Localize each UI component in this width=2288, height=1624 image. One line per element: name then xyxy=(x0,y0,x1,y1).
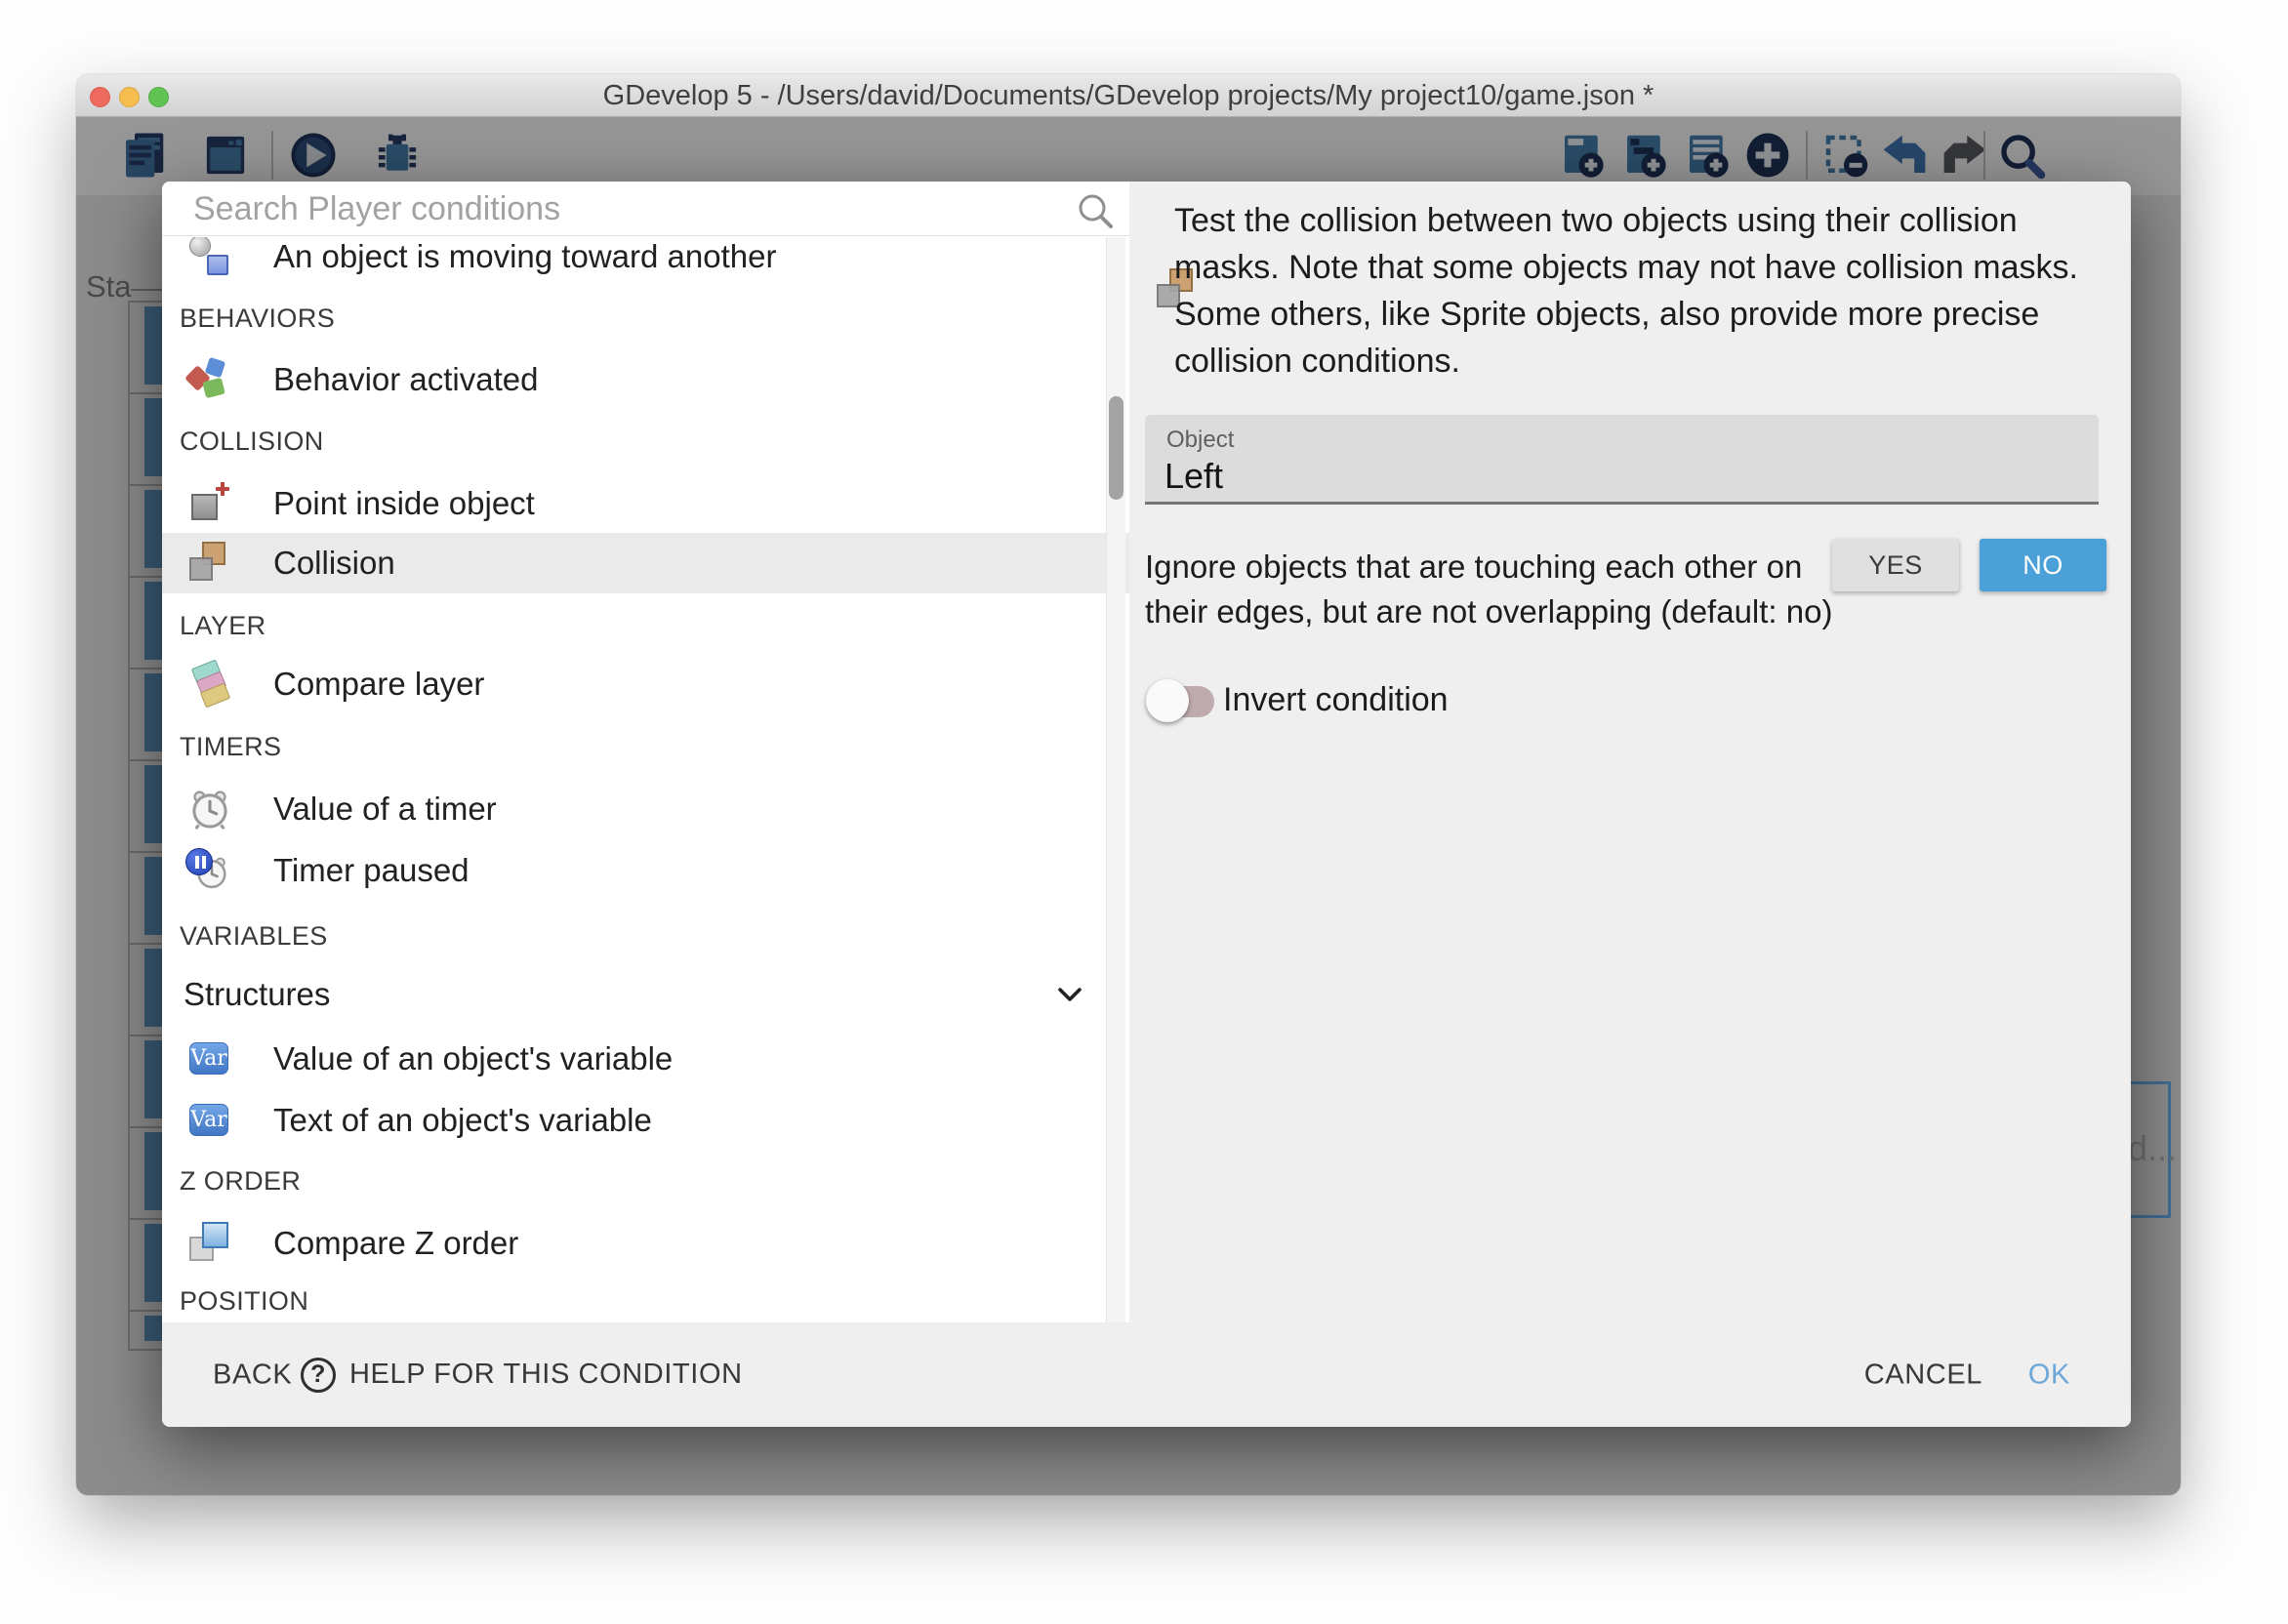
conditions-panel: An object is moving toward another BEHAV… xyxy=(162,182,1129,1322)
toolbar-separator xyxy=(1983,131,1985,180)
invert-condition-label: Invert condition xyxy=(1223,681,1449,719)
section-header-layer: LAYER xyxy=(180,610,266,641)
list-item-label: Text of an object's variable xyxy=(273,1102,652,1139)
moving-toward-icon xyxy=(187,237,232,279)
titlebar: GDevelop 5 - /Users/david/Documents/GDev… xyxy=(76,74,2181,117)
list-item-label: An object is moving toward another xyxy=(273,238,776,275)
list-item-point-inside-object[interactable]: Point inside object xyxy=(162,476,1129,531)
conditions-list[interactable]: An object is moving toward another BEHAV… xyxy=(162,237,1129,1322)
add-comment-icon[interactable] xyxy=(1681,129,1734,182)
var-badge-icon: Var xyxy=(187,1098,232,1143)
add-event-icon[interactable] xyxy=(1556,129,1609,182)
list-item-value-of-a-timer[interactable]: Value of a timer xyxy=(162,782,1129,836)
background-partial-text-left: Sta xyxy=(86,269,132,304)
yes-button[interactable]: YES xyxy=(1832,539,1959,591)
layers-icon xyxy=(187,662,232,707)
add-new-icon[interactable] xyxy=(1741,129,1794,182)
list-item-label: Compare Z order xyxy=(273,1225,518,1262)
app-window: GDevelop 5 - /Users/david/Documents/GDev… xyxy=(76,74,2181,1495)
list-item-text-of-object-variable[interactable]: Var Text of an object's variable xyxy=(162,1093,1129,1148)
undo-icon[interactable] xyxy=(1878,129,1931,182)
list-scrollbar[interactable] xyxy=(1106,237,1125,1322)
ignore-touching-label: Ignore objects that are touching each ot… xyxy=(1145,545,1858,634)
search-toolbar-icon[interactable] xyxy=(1995,129,2048,182)
list-item-compare-layer[interactable]: Compare layer xyxy=(162,657,1129,711)
instruction-editor-dialog: An object is moving toward another BEHAV… xyxy=(162,182,2131,1427)
desktop: GDevelop 5 - /Users/david/Documents/GDev… xyxy=(0,0,2288,1624)
search-icon xyxy=(1074,189,1117,232)
list-item-label: Collision xyxy=(273,545,395,582)
section-header-timers: TIMERS xyxy=(180,731,281,762)
scrollbar-thumb[interactable] xyxy=(1109,396,1124,500)
section-header-z-order: Z ORDER xyxy=(180,1165,301,1197)
events-list-icon[interactable] xyxy=(117,129,170,182)
section-header-behaviors: BEHAVIORS xyxy=(180,303,335,334)
condition-detail-panel: Test the collision between two objects u… xyxy=(1129,182,2131,1322)
section-header-position: POSITION xyxy=(180,1285,308,1317)
toolbar-separator xyxy=(1806,131,1808,180)
search-bar xyxy=(162,182,1129,236)
collision-icon xyxy=(187,541,232,586)
delete-selection-icon[interactable] xyxy=(1819,129,1872,182)
add-sub-event-icon[interactable] xyxy=(1618,129,1671,182)
list-item-label: Structures xyxy=(184,976,330,1013)
list-item-label: Value of a timer xyxy=(273,791,497,828)
list-item-moving-toward[interactable]: An object is moving toward another xyxy=(162,237,1129,284)
debug-icon[interactable] xyxy=(371,129,424,182)
list-item-label: Point inside object xyxy=(273,485,535,522)
object-field-label: Object xyxy=(1166,426,1234,454)
behavior-icon xyxy=(187,357,232,402)
point-inside-icon xyxy=(187,481,232,526)
list-item-timer-paused[interactable]: Timer paused xyxy=(162,843,1129,898)
window-title: GDevelop 5 - /Users/david/Documents/GDev… xyxy=(76,74,2181,117)
list-item-label: Timer paused xyxy=(273,852,470,889)
chevron-down-icon xyxy=(1052,977,1087,1012)
section-header-variables: VARIABLES xyxy=(180,920,328,952)
list-item-compare-z-order[interactable]: Compare Z order xyxy=(162,1216,1129,1271)
list-item-label: Behavior activated xyxy=(273,361,539,398)
no-button[interactable]: NO xyxy=(1980,539,2106,591)
object-field-value: Left xyxy=(1164,456,1223,497)
z-order-icon xyxy=(187,1221,232,1266)
var-badge-icon: Var xyxy=(187,1036,232,1081)
condition-description: Test the collision between two objects u… xyxy=(1174,197,2113,385)
list-item-label: Compare layer xyxy=(273,666,484,703)
ok-button[interactable]: OK xyxy=(2028,1359,2070,1391)
invert-condition-toggle[interactable] xyxy=(1146,679,1216,722)
toggle-thumb xyxy=(1146,679,1189,722)
section-header-collision: COLLISION xyxy=(180,426,324,457)
list-item-collision-selected[interactable]: Collision xyxy=(162,533,1129,593)
help-button-label: HELP FOR THIS CONDITION xyxy=(349,1359,743,1391)
help-icon: ? xyxy=(301,1358,336,1393)
search-input[interactable] xyxy=(193,185,1052,232)
timer-icon xyxy=(187,787,232,832)
play-icon[interactable] xyxy=(287,129,340,182)
object-field[interactable]: Object Left xyxy=(1145,415,2099,505)
list-item-label: Value of an object's variable xyxy=(273,1040,673,1077)
dialog-footer: BACK ? HELP FOR THIS CONDITION CANCEL OK xyxy=(162,1322,2131,1427)
toolbar-separator xyxy=(271,131,273,180)
help-button[interactable]: ? HELP FOR THIS CONDITION xyxy=(301,1358,743,1393)
back-button[interactable]: BACK xyxy=(213,1359,292,1391)
list-item-structures[interactable]: Structures xyxy=(162,967,1129,1022)
cancel-button[interactable]: CANCEL xyxy=(1864,1359,1982,1391)
scene-editor-icon[interactable] xyxy=(199,129,252,182)
list-item-value-of-object-variable[interactable]: Var Value of an object's variable xyxy=(162,1032,1129,1086)
timer-paused-icon xyxy=(187,848,232,893)
list-item-behavior-activated[interactable]: Behavior activated xyxy=(162,352,1129,407)
